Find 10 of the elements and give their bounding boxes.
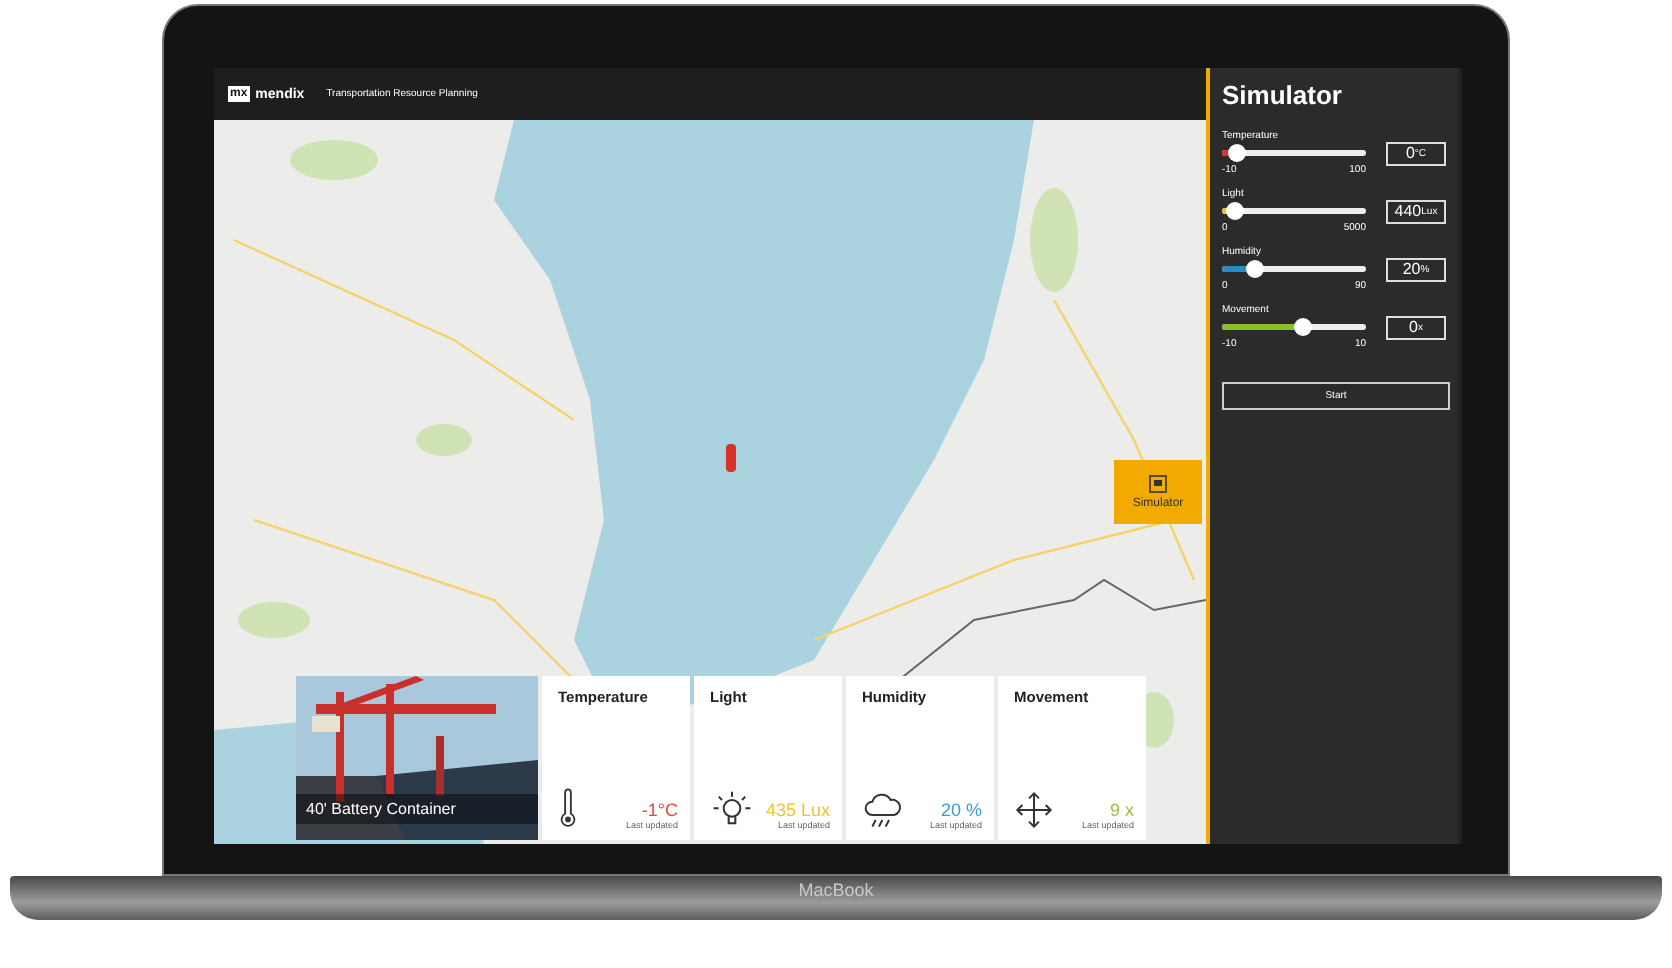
slider-thumb[interactable] <box>1245 260 1264 278</box>
slider-track[interactable] <box>1222 266 1366 272</box>
simulator-title: Simulator <box>1222 80 1344 110</box>
slider-thumb[interactable] <box>1228 144 1247 162</box>
slider-thumb[interactable] <box>1226 202 1245 220</box>
laptop-label: MacBook <box>798 880 874 904</box>
slider-track[interactable] <box>1222 150 1366 156</box>
slider-track[interactable] <box>1222 208 1366 214</box>
slider-thumb[interactable] <box>1293 318 1312 336</box>
slider-track[interactable] <box>1222 324 1366 330</box>
